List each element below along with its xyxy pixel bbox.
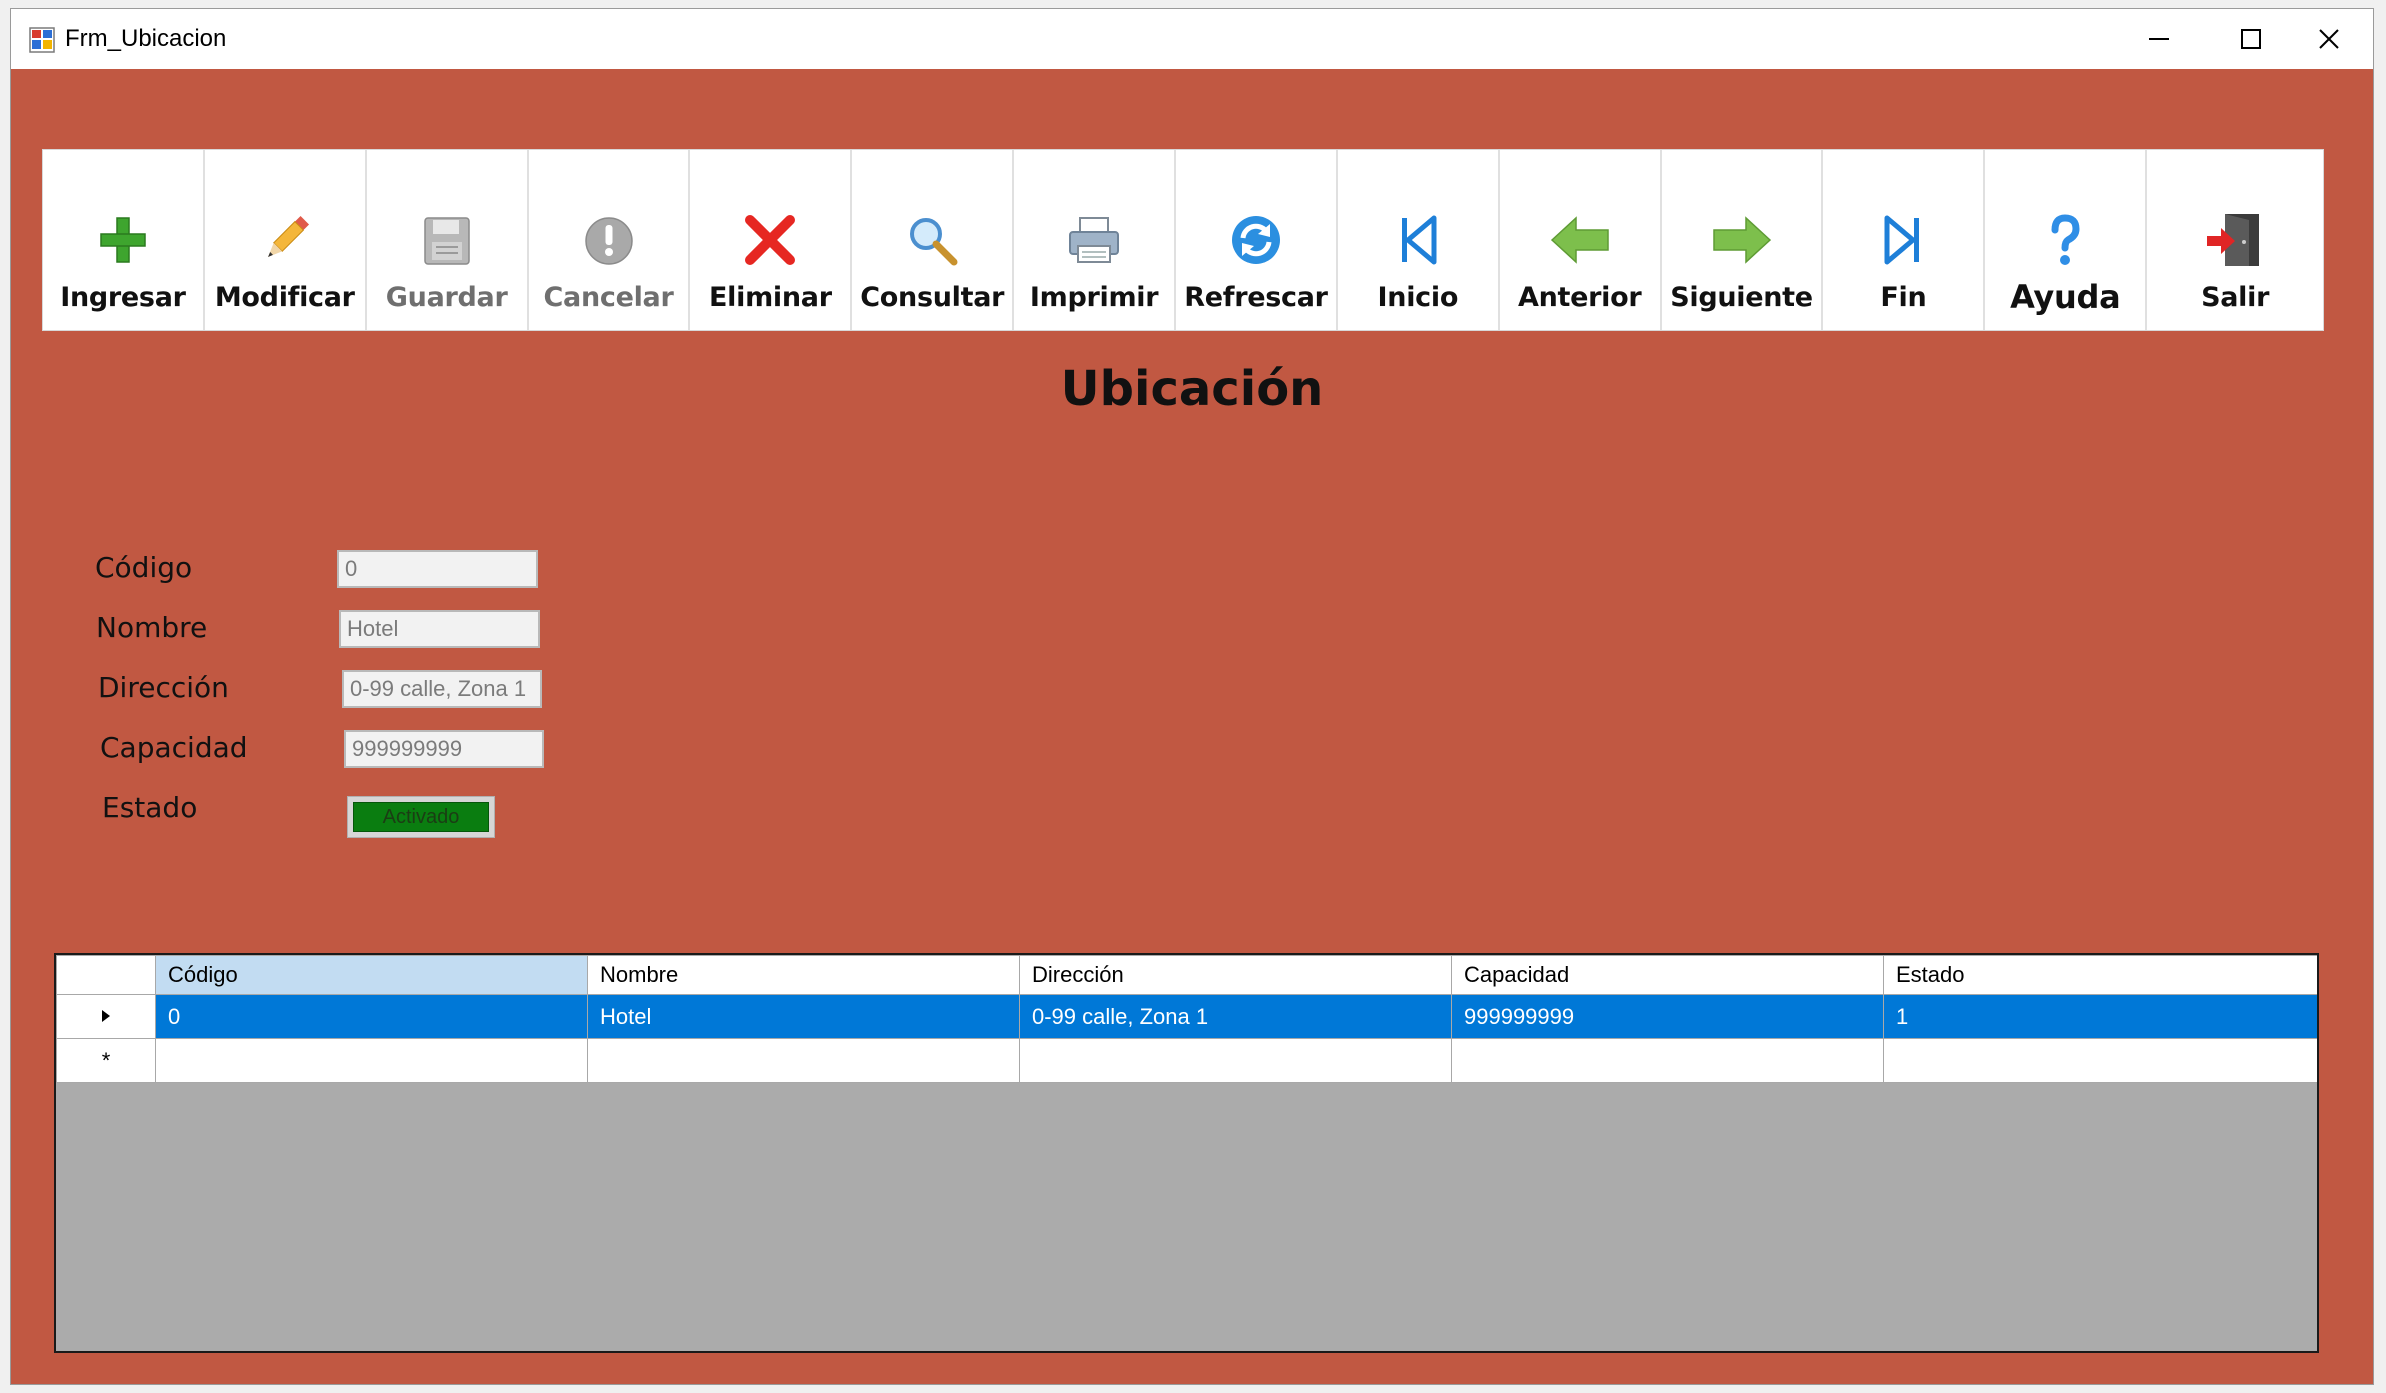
eliminar-label: Eliminar [709, 282, 832, 313]
exclamation-circle-icon [584, 217, 633, 265]
arrow-left-icon [1550, 216, 1609, 264]
estado-toggle[interactable]: Activado [347, 796, 495, 838]
exit-door-icon [2207, 214, 2260, 266]
table-cell[interactable] [1451, 1038, 1884, 1083]
column-header-capacidad[interactable]: Capacidad [1451, 955, 1884, 995]
siguiente-button[interactable]: Siguiente [1661, 150, 1824, 330]
title-bar[interactable]: Frm_Ubicacion [11, 9, 2373, 69]
column-header-nombre[interactable]: Nombre [587, 955, 1020, 995]
column-header-estado[interactable]: Estado [1883, 955, 2317, 995]
toolbar: Ingresar Modificar Guardar Cancelar Elim… [42, 149, 2324, 331]
column-header-direccion[interactable]: Dirección [1019, 955, 1452, 995]
inicio-label: Inicio [1377, 282, 1459, 313]
table-cell[interactable] [587, 1038, 1020, 1083]
magnifier-icon [910, 218, 958, 266]
codigo-label: Código [95, 551, 193, 584]
help-icon [2051, 214, 2080, 265]
data-grid[interactable]: Código Nombre Dirección Capacidad Estado [54, 953, 2319, 1353]
cancelar-button[interactable]: Cancelar [528, 150, 691, 330]
inicio-button[interactable]: Inicio [1337, 150, 1500, 330]
table-cell[interactable] [155, 1038, 588, 1083]
capacidad-label: Capacidad [100, 731, 248, 764]
capacidad-field[interactable]: 999999999 [344, 730, 544, 768]
skip-first-icon [1401, 215, 1437, 265]
cancelar-label: Cancelar [543, 282, 674, 313]
salir-label: Salir [2201, 282, 2270, 313]
form-client-area: Ingresar Modificar Guardar Cancelar Elim… [11, 69, 2373, 1384]
imprimir-button[interactable]: Imprimir [1014, 150, 1177, 330]
refrescar-label: Refrescar [1184, 282, 1328, 313]
pencil-icon [267, 215, 309, 257]
minimize-button[interactable] [2113, 9, 2205, 69]
nombre-field[interactable]: Hotel [339, 610, 540, 648]
table-cell[interactable]: 0-99 calle, Zona 1 [1019, 994, 1452, 1039]
refresh-icon [1231, 216, 1280, 264]
direccion-field[interactable]: 0-99 calle, Zona 1 [342, 670, 542, 708]
close-button[interactable] [2283, 9, 2373, 69]
consultar-label: Consultar [860, 282, 1005, 313]
close-icon [2319, 29, 2339, 49]
salir-button[interactable]: Salir [2147, 150, 2324, 330]
new-row[interactable]: * [56, 1038, 2317, 1083]
minimize-icon [2149, 38, 2169, 40]
maximize-icon [2241, 29, 2261, 49]
estado-label: Estado [102, 791, 198, 824]
ingresar-label: Ingresar [60, 282, 186, 313]
ayuda-button[interactable]: Ayuda [1985, 150, 2148, 330]
arrow-right-icon [1712, 216, 1771, 264]
row-header[interactable] [56, 994, 156, 1039]
grid-corner[interactable] [56, 955, 156, 995]
table-cell[interactable] [1883, 1038, 2317, 1083]
estado-value: Activado [353, 802, 489, 832]
application-window: Frm_Ubicacion Ingresar Modificar Guardar… [10, 8, 2374, 1385]
fin-label: Fin [1880, 282, 1927, 313]
red-x-icon [745, 215, 796, 265]
anterior-label: Anterior [1517, 282, 1642, 313]
modificar-button[interactable]: Modificar [204, 150, 367, 330]
ingresar-button[interactable]: Ingresar [43, 150, 205, 330]
nombre-label: Nombre [96, 611, 208, 644]
printer-icon [1069, 217, 1120, 263]
siguiente-label: Siguiente [1670, 282, 1813, 313]
table-cell[interactable]: Hotel [587, 994, 1020, 1039]
column-header-codigo[interactable]: Código [155, 955, 588, 995]
direccion-label: Dirección [98, 671, 229, 704]
floppy-disk-icon [423, 217, 470, 265]
eliminar-button[interactable]: Eliminar [690, 150, 853, 330]
anterior-button[interactable]: Anterior [1499, 150, 1662, 330]
window-title: Frm_Ubicacion [65, 25, 227, 52]
app-icon [29, 27, 55, 53]
table-cell[interactable]: 1 [1883, 994, 2317, 1039]
plus-icon [100, 217, 146, 263]
table-cell[interactable]: 999999999 [1451, 994, 1884, 1039]
codigo-field[interactable]: 0 [337, 550, 538, 588]
refrescar-button[interactable]: Refrescar [1176, 150, 1338, 330]
skip-last-icon [1884, 215, 1920, 265]
table-cell[interactable] [1019, 1038, 1452, 1083]
table-cell[interactable]: 0 [155, 994, 588, 1039]
guardar-button[interactable]: Guardar [366, 150, 529, 330]
page-title: Ubicación [1060, 361, 1324, 417]
imprimir-label: Imprimir [1029, 282, 1159, 313]
guardar-label: Guardar [385, 282, 508, 313]
ayuda-label: Ayuda [2010, 278, 2121, 316]
modificar-label: Modificar [214, 282, 355, 313]
new-row-marker: * [56, 1038, 156, 1083]
current-row-icon [102, 1009, 110, 1022]
table-row[interactable]: 0 Hotel 0-99 calle, Zona 1 999999999 1 [56, 994, 2317, 1039]
fin-button[interactable]: Fin [1823, 150, 1986, 330]
consultar-button[interactable]: Consultar [852, 150, 1015, 330]
